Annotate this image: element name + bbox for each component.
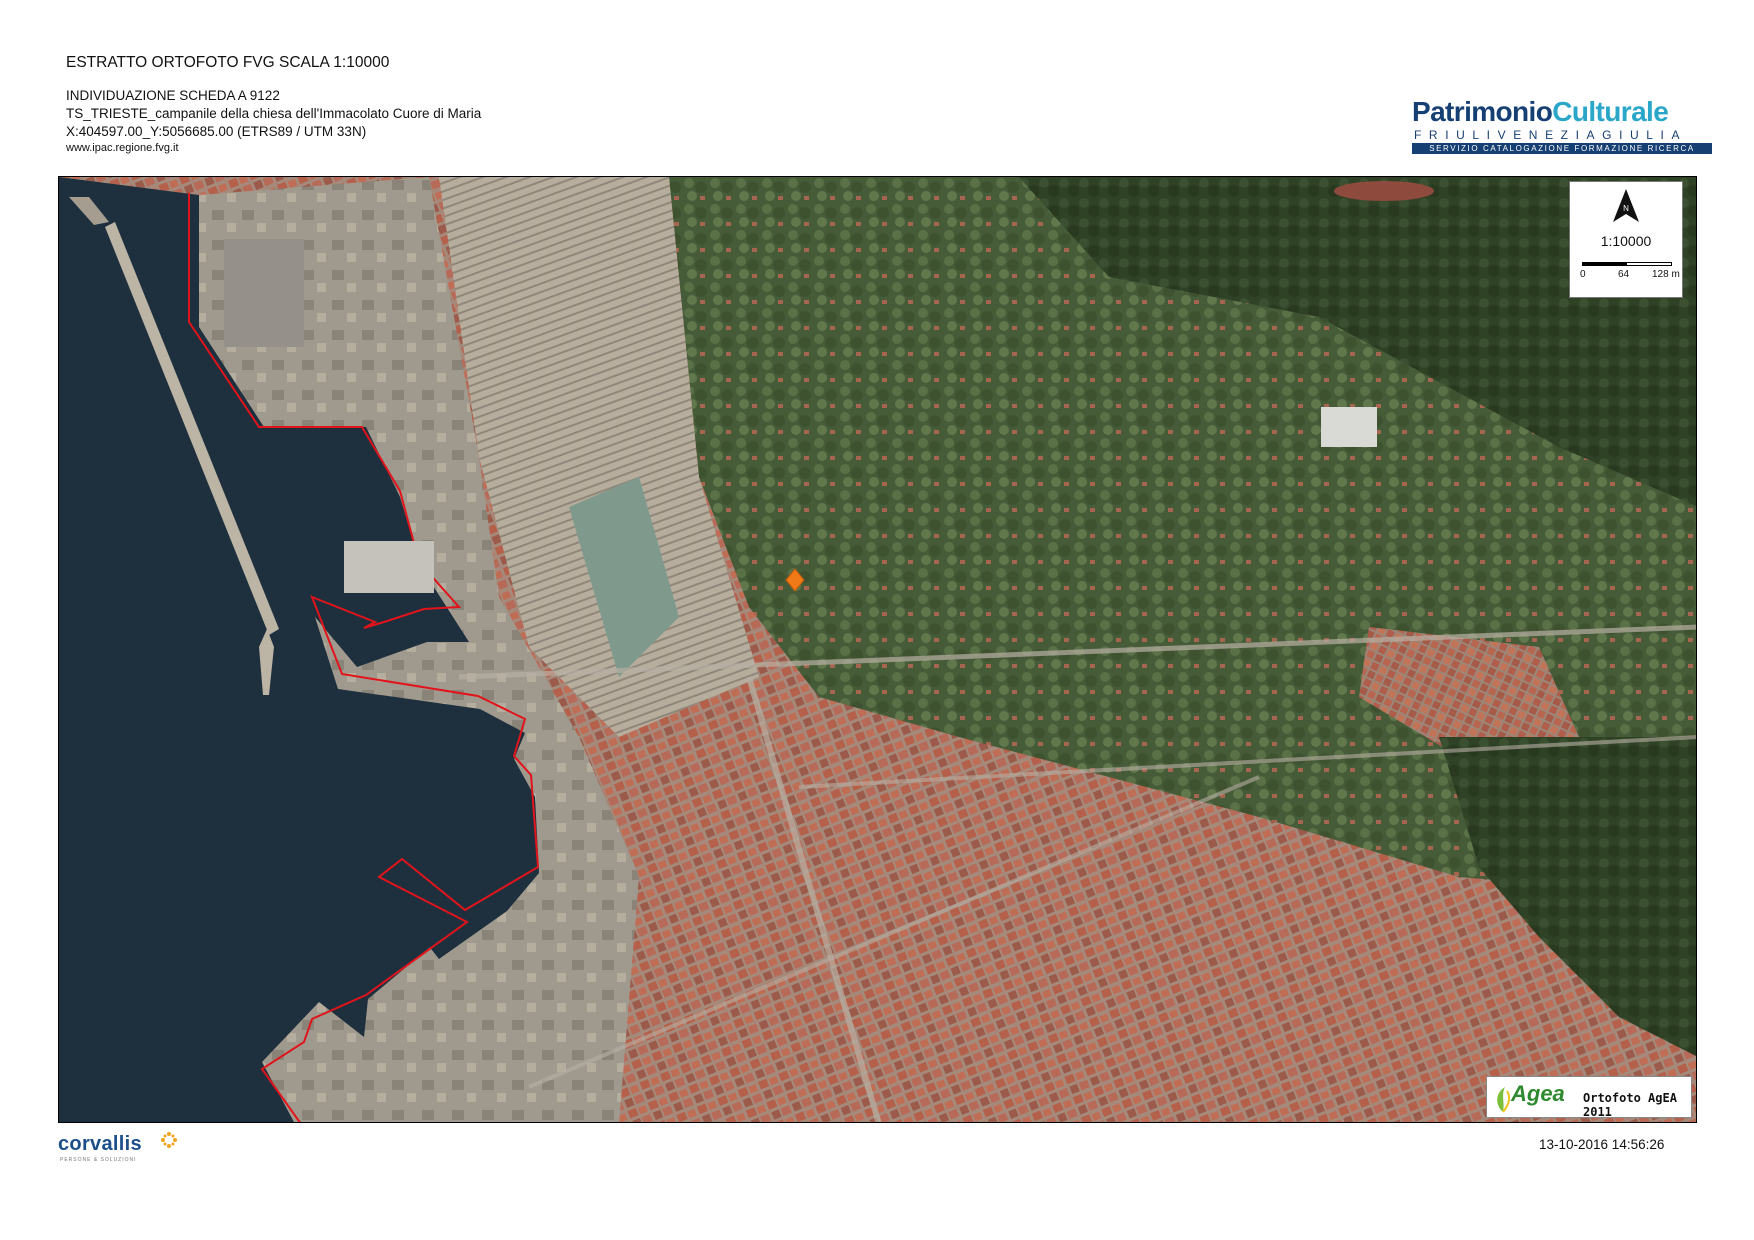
stadium-track — [1334, 181, 1434, 201]
patrimonio-culturale-logo: PatrimonioCulturale FRIULIVENEZIAGIULIA … — [1412, 96, 1714, 156]
orthophoto-image — [59, 177, 1696, 1122]
north-label: N — [1623, 204, 1629, 213]
warehouse-roof — [224, 239, 304, 347]
scale-bar — [1582, 262, 1672, 266]
agea-text: Ortofoto AgEA 2011 — [1583, 1091, 1677, 1119]
corvallis-tagline: PERSONE & SOLUZIONI — [60, 1157, 137, 1163]
corvallis-logo: corvallis PERSONE & SOLUZIONI — [58, 1132, 178, 1165]
logo-title-part1: Patrimonio — [1412, 96, 1553, 127]
agea-brand: Agea — [1511, 1081, 1565, 1106]
website-link[interactable]: www.ipac.regione.fvg.it — [66, 142, 179, 154]
logo-title-part2: Culturale — [1552, 96, 1669, 127]
logo-service-bar: SERVIZIO CATALOGAZIONE FORMAZIONE RICERC… — [1412, 143, 1712, 154]
sports-hall-roof — [1321, 407, 1377, 447]
map-legend: N 1:10000 0 64 128 m — [1569, 181, 1683, 298]
scale-bar-segment — [1583, 263, 1627, 265]
page-title: ESTRATTO ORTOFOTO FVG SCALA 1:10000 — [66, 54, 390, 71]
orthophoto-map[interactable]: N 1:10000 0 64 128 m Agea Ortofoto AgEA … — [58, 176, 1697, 1123]
scale-tick-0: 0 — [1580, 269, 1586, 280]
agea-leaf-icon — [1497, 1087, 1511, 1113]
scale-tick-1: 64 — [1618, 269, 1630, 280]
north-arrow-icon: N — [1613, 189, 1639, 222]
map-scale-label: 1:10000 — [1600, 233, 1652, 249]
corvallis-wordmark: corvallis — [58, 1133, 142, 1155]
scale-tick-2: 128 m — [1652, 269, 1680, 280]
coordinates-label: X:404597.00_Y:5056685.00 (ETRS89 / UTM 3… — [66, 124, 367, 139]
agea-badge: Agea Ortofoto AgEA 2011 — [1486, 1076, 1692, 1119]
warehouse-roof-2 — [344, 541, 434, 593]
subject-label: TS_TRIESTE_campanile della chiesa dell'I… — [66, 106, 482, 121]
scheda-label: INDIVIDUAZIONE SCHEDA A 9122 — [66, 88, 280, 103]
corvallis-star-icon — [161, 1132, 177, 1148]
print-timestamp: 13-10-2016 14:56:26 — [1539, 1137, 1665, 1152]
logo-title: PatrimonioCulturale — [1412, 96, 1669, 128]
logo-region: FRIULIVENEZIAGIULIA — [1414, 128, 1688, 142]
